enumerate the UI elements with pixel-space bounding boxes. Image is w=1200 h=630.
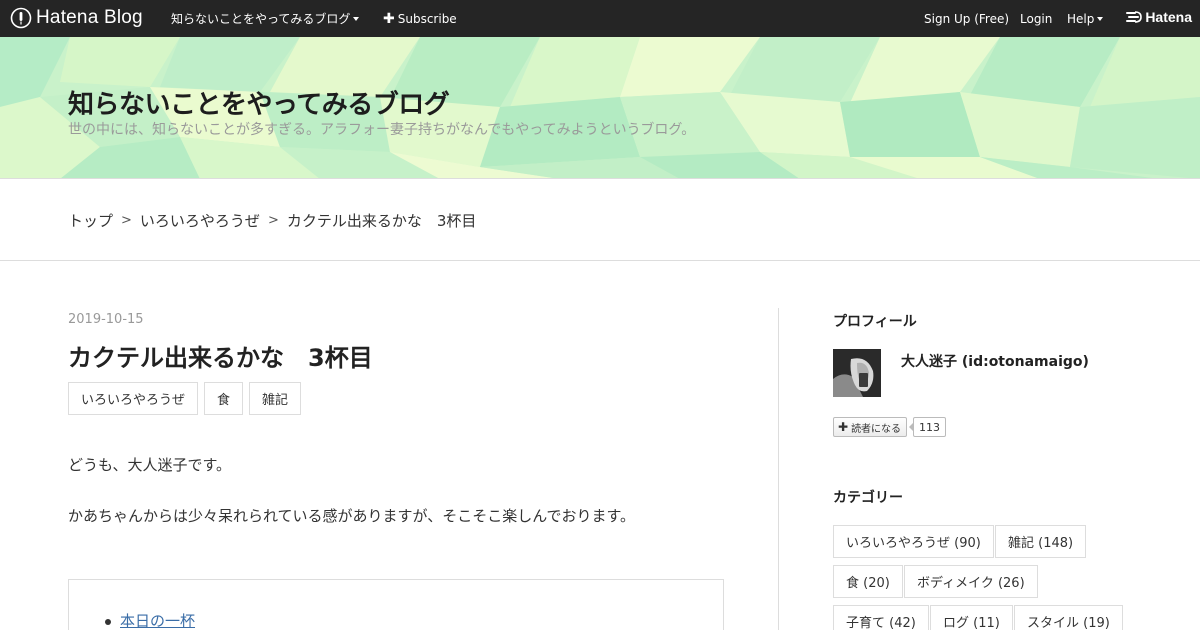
hatena-brand-text: Hatena bbox=[1145, 9, 1192, 25]
entry-tags: いろいろやろうぜ 食 雑記 bbox=[68, 382, 302, 415]
entry-paragraph: かあちゃんからは少々呆れられている感がありますが、そこそこ楽しんでおります。 bbox=[68, 507, 636, 525]
breadcrumb-top[interactable]: トップ bbox=[68, 210, 113, 231]
profile-name[interactable]: 大人迷子 (id:otonamaigo) bbox=[901, 351, 1089, 371]
entry-tag[interactable]: いろいろやろうぜ bbox=[68, 382, 199, 415]
hatena-bird-icon bbox=[1126, 11, 1143, 23]
category-item[interactable]: ログ (11) bbox=[930, 605, 1013, 630]
help-label: Help bbox=[1067, 11, 1095, 26]
reader-button-label: 読者になる bbox=[851, 423, 902, 435]
category-item[interactable]: スタイル (19) bbox=[1014, 605, 1123, 630]
global-header: Hatena Blog 知らないことをやってみるブログ ✚ Subscribe … bbox=[0, 0, 1200, 37]
divider bbox=[0, 260, 1200, 261]
hatena-blog-logo[interactable]: Hatena Blog bbox=[10, 7, 143, 29]
breadcrumb-current: カクテル出来るかな 3杯目 bbox=[286, 212, 477, 230]
avatar[interactable] bbox=[833, 349, 881, 397]
login-label: Login bbox=[1020, 11, 1053, 26]
breadcrumb-category[interactable]: いろいろやろうぜ bbox=[140, 210, 260, 231]
bullet-icon bbox=[105, 619, 111, 625]
entry-date[interactable]: 2019-10-15 bbox=[68, 312, 144, 327]
hatena-blog-pen-icon bbox=[10, 7, 32, 29]
signup-link[interactable]: Sign Up (Free) bbox=[924, 0, 1009, 37]
blog-title[interactable]: 知らないことをやってみるブログ bbox=[68, 84, 450, 121]
category-item[interactable]: ボディメイク (26) bbox=[904, 565, 1038, 598]
blog-header: 知らないことをやってみるブログ 世の中には、知らないことが多すぎる。アラフォー妻… bbox=[0, 37, 1200, 179]
plus-icon: ✚ bbox=[383, 10, 395, 27]
toc-link[interactable]: 本日の一杯 bbox=[120, 610, 195, 630]
table-of-contents: 本日の一杯 bbox=[68, 579, 724, 630]
entry-tag[interactable]: 食 bbox=[204, 382, 244, 415]
column-divider bbox=[778, 308, 779, 630]
blog-menu-label: 知らないことをやってみるブログ bbox=[171, 12, 351, 26]
category-item[interactable]: 食 (20) bbox=[833, 565, 903, 598]
hatena-brand-link[interactable]: Hatena bbox=[1126, 9, 1192, 25]
breadcrumb-separator: > bbox=[267, 213, 279, 228]
category-heading: カテゴリー bbox=[833, 490, 903, 506]
subscribe-button[interactable]: ✚ Subscribe bbox=[383, 0, 457, 37]
login-link[interactable]: Login bbox=[1020, 0, 1052, 37]
category-item[interactable]: いろいろやろうぜ (90) bbox=[833, 525, 994, 558]
blog-description: 世の中には、知らないことが多すぎる。アラフォー妻子持ちがなんでもやってみようとい… bbox=[68, 122, 696, 138]
breadcrumb-separator: > bbox=[121, 213, 132, 228]
blog-menu[interactable]: 知らないことをやってみるブログ bbox=[171, 0, 360, 37]
chevron-down-icon bbox=[1097, 16, 1104, 21]
reader-count-badge: 113 bbox=[909, 417, 946, 437]
signup-label: Sign Up (Free) bbox=[924, 11, 1010, 26]
category-item[interactable]: 雑記 (148) bbox=[995, 525, 1087, 558]
category-item[interactable]: 子育て (42) bbox=[833, 605, 929, 630]
avatar-image bbox=[833, 349, 881, 397]
entry-title[interactable]: カクテル出来るかな 3杯目 bbox=[68, 338, 373, 373]
subscribe-label: Subscribe bbox=[397, 11, 457, 26]
subscribe-reader-button[interactable]: ✚ 読者になる bbox=[833, 417, 908, 437]
logo-text: Hatena Blog bbox=[36, 7, 143, 28]
chevron-down-icon bbox=[353, 16, 360, 21]
plus-icon: ✚ bbox=[838, 420, 849, 434]
entry-tag[interactable]: 雑記 bbox=[249, 382, 302, 415]
help-menu[interactable]: Help bbox=[1067, 0, 1104, 37]
breadcrumb: トップ > いろいろやろうぜ > カクテル出来るかな 3杯目 bbox=[68, 210, 476, 231]
entry-paragraph: どうも、大人迷子です。 bbox=[68, 456, 232, 474]
profile-heading: プロフィール bbox=[833, 314, 917, 330]
